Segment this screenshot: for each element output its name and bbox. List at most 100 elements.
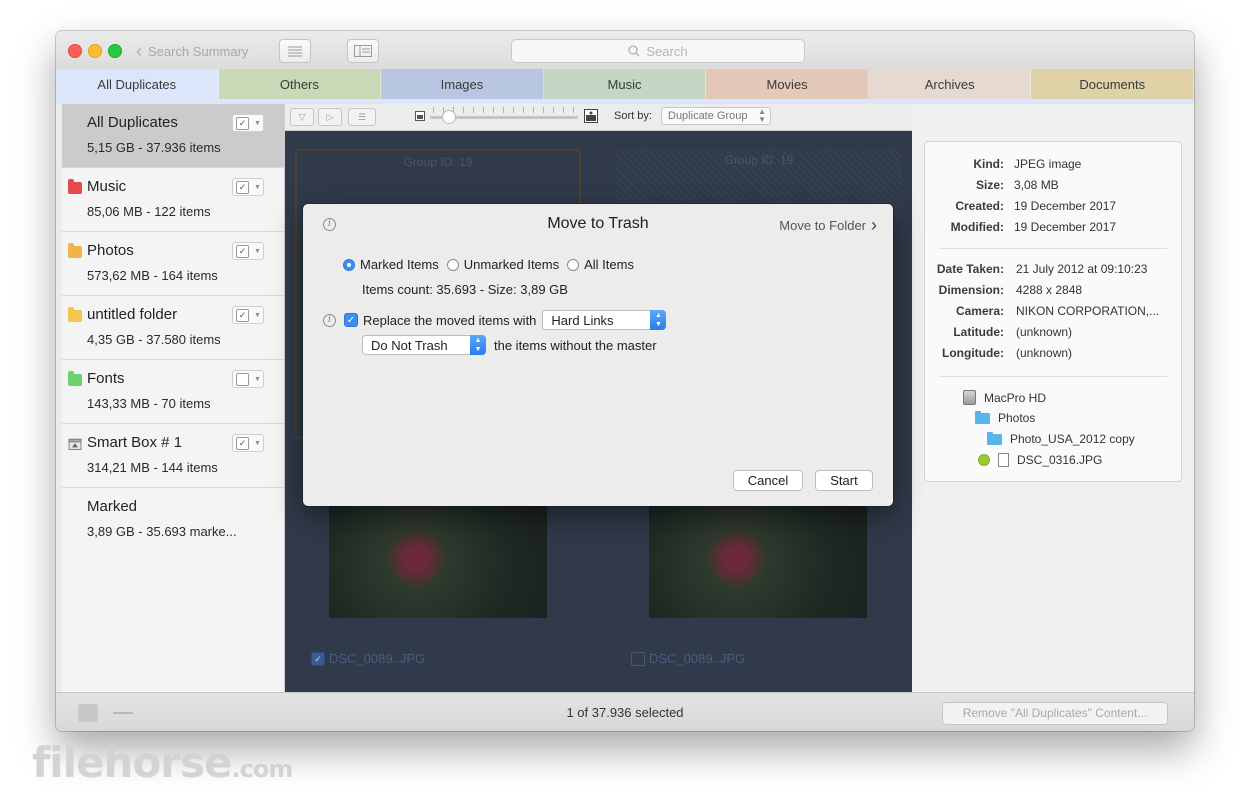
items-count: Items count: 35.693 - Size: 3,89 GB xyxy=(362,282,568,297)
radio-empty-icon xyxy=(446,258,459,271)
sidebar: All Duplicates 5,15 GB - 37.936 items ✓ ▼… xyxy=(62,104,285,692)
list-view-button[interactable] xyxy=(279,39,311,63)
info-icon[interactable]: i xyxy=(323,313,336,327)
file-name: DSC_0089..JPG xyxy=(649,651,746,666)
radio-marked-items[interactable]: Marked Items xyxy=(343,257,439,272)
items-radio-group: Marked Items Unmarked Items All Items xyxy=(343,257,634,272)
orange-folder-icon xyxy=(68,243,82,258)
bottom-bar: 1 of 37.936 selected Remove "All Duplica… xyxy=(56,692,1194,731)
sort-select[interactable]: Duplicate Group ▲ ▼ xyxy=(661,107,771,125)
tab-all-duplicates[interactable]: All Duplicates xyxy=(56,69,219,99)
radio-empty-icon xyxy=(567,258,580,271)
move-to-folder-button[interactable]: Move to Folder › xyxy=(779,216,877,234)
path-item-subfolder[interactable]: Photo_USA_2012 copy xyxy=(987,431,1135,446)
search-icon xyxy=(628,45,640,57)
group-id-label: Group ID: 19 xyxy=(724,153,794,167)
replace-popup[interactable]: Hard Links ▲ ▼ xyxy=(542,310,667,330)
sidebar-item-music[interactable]: Music 85,06 MB - 122 items ✓ ▼ xyxy=(62,168,284,232)
slider-knob[interactable] xyxy=(442,110,456,124)
columns-icon xyxy=(354,45,372,57)
sidebar-item-subtitle: 85,06 MB - 122 items xyxy=(87,204,211,219)
tab-music[interactable]: Music xyxy=(543,69,707,99)
sidebar-item-photos[interactable]: Photos 573,62 MB - 164 items ✓ ▼ xyxy=(62,232,284,296)
chevron-down-icon: ▼ xyxy=(254,119,261,127)
radio-unmarked-items[interactable]: Unmarked Items xyxy=(446,257,559,272)
tab-others[interactable]: Others xyxy=(218,69,382,99)
sidebar-item-smart-box[interactable]: Smart Box # 1 314,21 MB - 144 items ✓ ▼ xyxy=(62,424,284,488)
tab-archives[interactable]: Archives xyxy=(868,69,1032,99)
info-longitude: Longitude: (unknown) xyxy=(942,346,1073,360)
sidebar-checkbox[interactable]: ✓ ▼ xyxy=(232,306,264,324)
chevron-down-icon: ▼ xyxy=(254,247,261,255)
sidebar-item-all-duplicates[interactable]: All Duplicates 5,15 GB - 37.936 items ✓ ▼ xyxy=(62,104,284,168)
info-kind: Kind: JPEG image xyxy=(973,157,1082,171)
large-image-icon xyxy=(584,109,598,123)
search-placeholder: Search xyxy=(646,43,688,59)
search-input[interactable]: Search xyxy=(511,39,805,63)
sidebar-checkbox[interactable]: ✓ ▼ xyxy=(232,434,264,452)
info-date-taken: Date Taken: 21 July 2012 at 09:10:23 xyxy=(936,262,1148,276)
sidebar-item-untitled-folder[interactable]: untitled folder 4,35 GB - 37.580 items ✓… xyxy=(62,296,284,360)
hard-drive-icon xyxy=(963,390,976,405)
blue-folder-icon xyxy=(975,410,990,424)
info-latitude: Latitude: (unknown) xyxy=(953,325,1073,339)
check-icon: ✓ xyxy=(236,180,249,194)
unchecked-box-icon[interactable] xyxy=(631,651,645,666)
tab-documents[interactable]: Documents xyxy=(1031,69,1194,99)
green-dot-icon xyxy=(978,454,990,466)
check-icon: ✓ xyxy=(236,436,249,450)
sidebar-item-fonts[interactable]: Fonts 143,33 MB - 70 items ▼ xyxy=(62,360,284,424)
file-name: DSC_0089..JPG xyxy=(329,651,426,666)
path-item-file[interactable]: DSC_0316.JPG xyxy=(978,453,1102,467)
filter-button[interactable]: ▽ xyxy=(290,108,314,126)
list-icon: ☰ xyxy=(357,111,367,122)
path-item-volume[interactable]: MacPro HD xyxy=(963,390,1046,405)
triangle-down-icon: ▽ xyxy=(298,111,306,122)
divider xyxy=(939,248,1167,249)
radio-all-items[interactable]: All Items xyxy=(567,257,634,272)
play-button[interactable]: ▷ xyxy=(318,108,342,126)
file-item-left[interactable]: ✓ DSC_0089..JPG xyxy=(311,651,425,666)
tab-movies[interactable]: Movies xyxy=(706,69,869,99)
sidebar-checkbox[interactable]: ✓ ▼ xyxy=(232,242,264,260)
sidebar-checkbox[interactable]: ▼ xyxy=(232,370,264,388)
title-bar: ‹ Search Summary Search xyxy=(56,31,1194,70)
remove-content-button[interactable]: Remove "All Duplicates" Content... xyxy=(942,702,1168,725)
play-icon: ▷ xyxy=(326,111,334,122)
sidebar-item-title: Fonts xyxy=(87,370,125,387)
trash-option-popup[interactable]: Do Not Trash ▲ ▼ xyxy=(362,335,486,355)
details-button[interactable]: ☰ xyxy=(348,108,376,126)
check-icon: ✓ xyxy=(236,116,249,130)
file-item-right[interactable]: DSC_0089..JPG xyxy=(631,651,745,666)
tab-images[interactable]: Images xyxy=(381,69,544,99)
minimize-button[interactable] xyxy=(88,44,102,58)
sidebar-item-title: Photos xyxy=(87,242,134,259)
sidebar-item-title: All Duplicates xyxy=(87,114,178,131)
check-icon: ✓ xyxy=(236,308,249,322)
sidebar-checkbox[interactable]: ✓ ▼ xyxy=(232,178,264,196)
sort-value: Duplicate Group xyxy=(668,110,748,122)
chevron-down-icon: ▼ xyxy=(254,311,261,319)
sidebar-checkbox[interactable]: ✓ ▼ xyxy=(232,114,264,132)
list-icon xyxy=(288,46,302,57)
sidebar-item-subtitle: 4,35 GB - 37.580 items xyxy=(87,332,221,347)
info-size: Size: 3,08 MB xyxy=(975,178,1059,192)
chevron-right-icon: › xyxy=(871,215,877,235)
replace-checkbox[interactable]: ✓ xyxy=(344,313,358,327)
info-camera: Camera: NIKON CORPORATION,... xyxy=(955,304,1160,318)
back-button[interactable]: ‹ Search Summary xyxy=(136,41,248,61)
start-button[interactable]: Start xyxy=(815,470,873,491)
blue-folder-icon xyxy=(987,431,1002,445)
info-dimension: Dimension: 4288 x 2848 xyxy=(938,283,1083,297)
columns-view-button[interactable] xyxy=(347,39,379,63)
cancel-button[interactable]: Cancel xyxy=(733,470,803,491)
unchecked-box-icon xyxy=(236,372,249,386)
check-icon[interactable]: ✓ xyxy=(311,651,325,666)
path-item-photos[interactable]: Photos xyxy=(975,410,1035,425)
zoom-button[interactable] xyxy=(108,44,122,58)
sidebar-item-marked[interactable]: Marked 3,89 GB - 35.693 marke... xyxy=(62,488,284,551)
trash-row: Do Not Trash ▲ ▼ the items without the ma… xyxy=(362,335,657,355)
small-image-icon xyxy=(415,111,425,121)
close-button[interactable] xyxy=(68,44,82,58)
sort-label: Sort by: xyxy=(614,110,652,122)
